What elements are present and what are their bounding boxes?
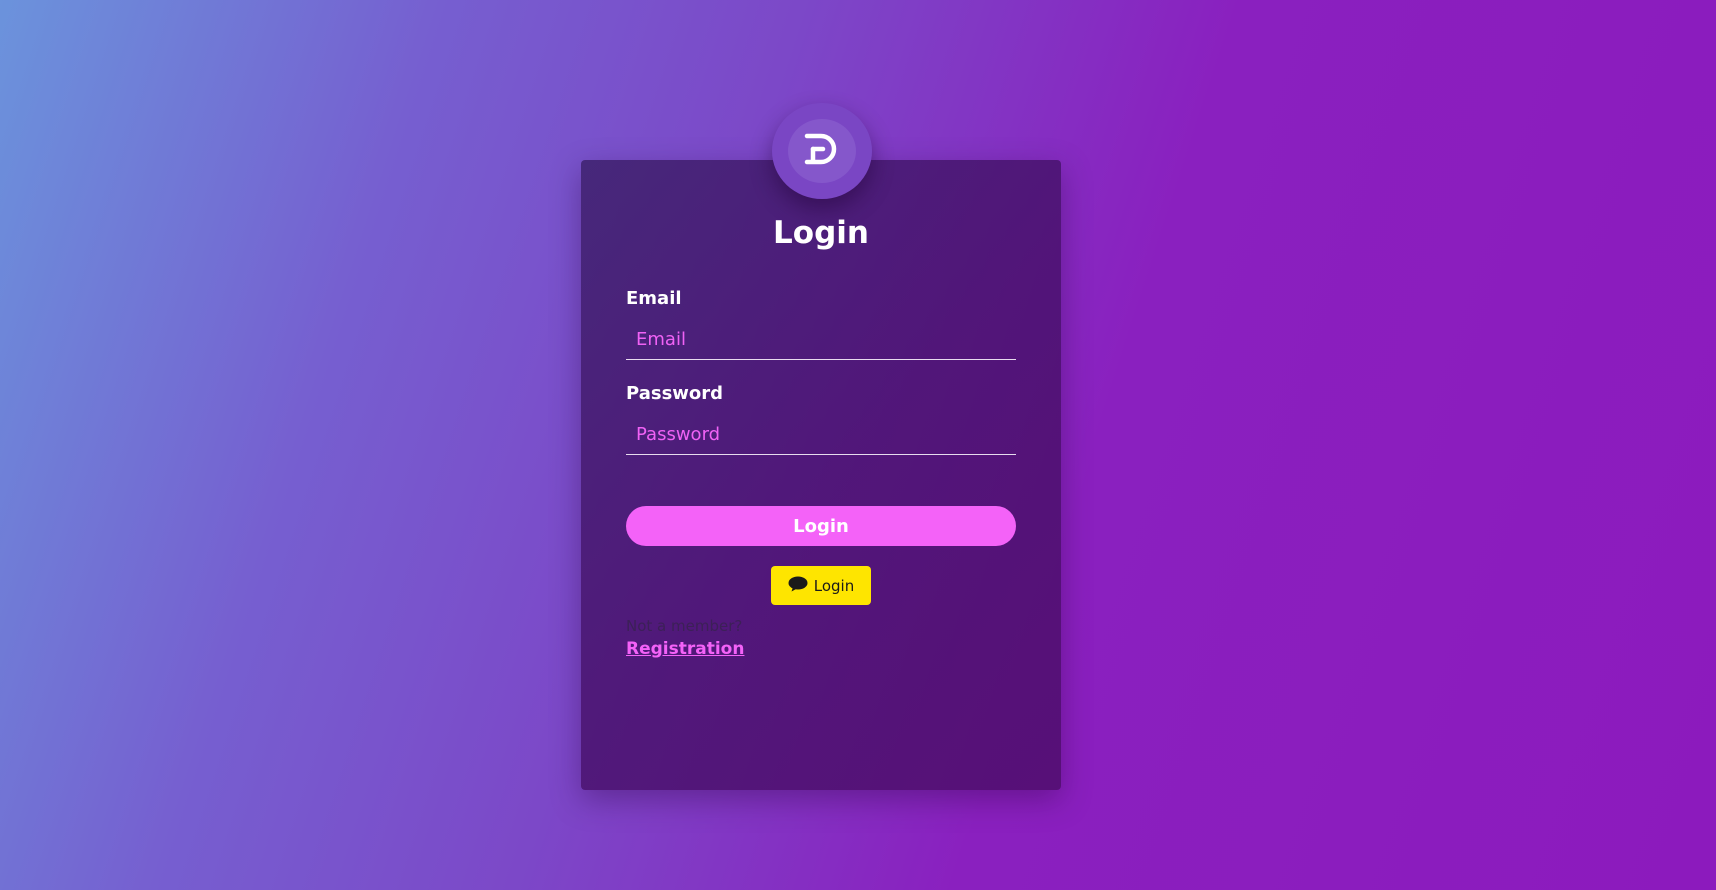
password-field[interactable]	[626, 415, 1016, 455]
brand-logo	[772, 103, 872, 199]
kakao-login-label: Login	[813, 576, 855, 595]
logo-inner-ring	[788, 119, 856, 183]
ed-logo-icon	[803, 132, 841, 170]
registration-link[interactable]: Registration	[626, 639, 744, 659]
email-field[interactable]	[626, 320, 1016, 360]
email-label: Email	[626, 288, 682, 309]
login-card	[581, 160, 1061, 790]
chat-bubble-icon	[788, 576, 808, 596]
login-button[interactable]: Login	[626, 506, 1016, 546]
password-label: Password	[626, 383, 724, 404]
not-member-text: Not a member?	[626, 617, 743, 635]
page-title: Login	[773, 215, 869, 251]
kakao-login-button[interactable]: Login	[771, 566, 871, 605]
